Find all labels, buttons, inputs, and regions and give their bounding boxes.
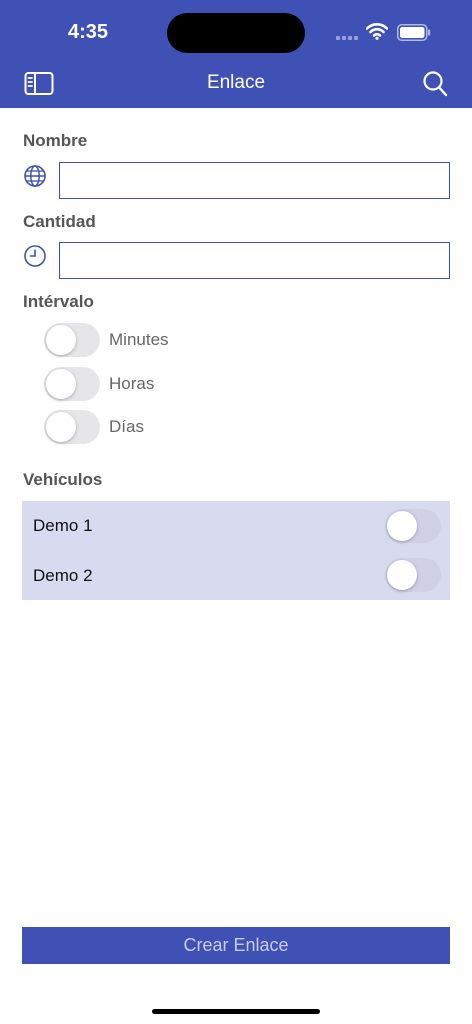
vehicle-demo-1-toggle[interactable] bbox=[385, 509, 441, 543]
search-icon[interactable] bbox=[422, 70, 448, 98]
interval-days-label: Días bbox=[109, 417, 144, 436]
quantity-label: Cantidad bbox=[23, 212, 96, 231]
name-label: Nombre bbox=[23, 131, 88, 150]
quantity-input[interactable] bbox=[59, 242, 450, 279]
toggle-knob bbox=[387, 511, 417, 541]
vehicle-demo-2-label: Demo 2 bbox=[33, 566, 93, 585]
page-title: Enlace bbox=[206, 72, 266, 93]
app-header: 4:35 Enlace bbox=[0, 0, 472, 108]
interval-label: Intérvalo bbox=[23, 292, 94, 311]
sidebar-icon[interactable] bbox=[24, 71, 54, 96]
toggle-knob bbox=[46, 369, 76, 399]
home-indicator bbox=[152, 1009, 320, 1014]
clock-icon bbox=[24, 245, 46, 267]
vehicle-demo-1-label: Demo 1 bbox=[33, 516, 93, 535]
interval-minutes-toggle[interactable] bbox=[44, 323, 100, 357]
globe-icon bbox=[24, 165, 46, 187]
interval-hours-toggle[interactable] bbox=[44, 367, 100, 401]
name-input[interactable] bbox=[59, 162, 450, 199]
status-time: 4:35 bbox=[68, 21, 109, 43]
toggle-knob bbox=[46, 412, 76, 442]
toggle-knob bbox=[46, 325, 76, 355]
battery-icon bbox=[397, 24, 431, 41]
create-link-button[interactable]: Crear Enlace bbox=[22, 927, 450, 964]
interval-days-toggle[interactable] bbox=[44, 410, 100, 444]
cellular-signal-icon bbox=[336, 36, 358, 40]
interval-minutes-label: Minutes bbox=[109, 330, 169, 349]
toggle-knob bbox=[387, 560, 417, 590]
dynamic-island bbox=[167, 13, 305, 53]
vehicle-list: Demo 1 Demo 2 bbox=[22, 501, 450, 600]
vehicle-demo-2-toggle[interactable] bbox=[385, 558, 441, 592]
interval-hours-label: Horas bbox=[109, 374, 155, 393]
vehicles-label: Vehículos bbox=[23, 470, 103, 489]
wifi-icon bbox=[366, 23, 388, 40]
